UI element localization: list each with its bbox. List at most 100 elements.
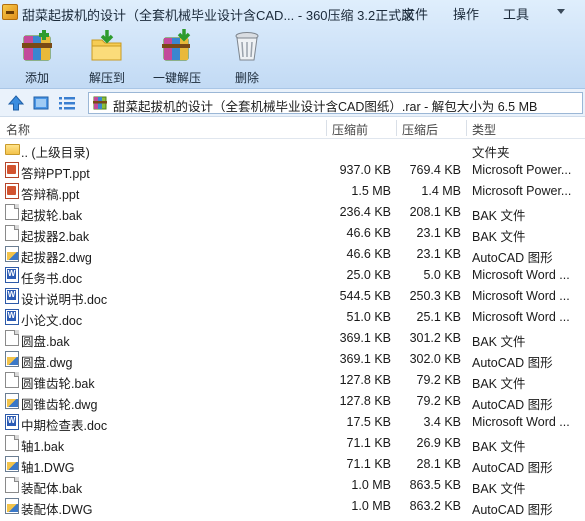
file-type: BAK 文件 — [472, 230, 526, 244]
file-original-size: 25.1 KB — [416, 310, 461, 324]
file-name: .. (上级目录) — [21, 146, 90, 160]
archive-icon — [93, 96, 107, 110]
file-row[interactable]: 起拔器2.dwg 46.6 KB 23.1 KB AutoCAD 图形 — [0, 244, 585, 265]
file-packed-size: 544.5 KB — [339, 289, 391, 303]
add-button[interactable]: 添加 — [16, 28, 60, 86]
folder-icon — [5, 144, 20, 155]
file-type: AutoCAD 图形 — [472, 398, 553, 412]
file-packed-size: 236.4 KB — [339, 205, 391, 219]
file-original-size: 208.1 KB — [409, 205, 461, 219]
file-row[interactable]: 答辩稿.ppt 1.5 MB 1.4 MB Microsoft Power... — [0, 181, 585, 202]
file-packed-size: 937.0 KB — [339, 163, 391, 177]
file-original-size: 23.1 KB — [416, 226, 461, 240]
file-original-size: 863.5 KB — [409, 478, 461, 492]
extract-folder-icon — [91, 30, 122, 61]
file-type: Microsoft Power... — [472, 163, 572, 177]
up-arrow-icon[interactable] — [8, 95, 24, 111]
file-packed-size: 369.1 KB — [339, 352, 391, 366]
menu-operation[interactable]: 操作 — [453, 4, 479, 23]
file-type: Microsoft Word ... — [472, 415, 570, 429]
one-click-extract-icon — [162, 29, 191, 61]
file-row[interactable]: 答辩PPT.ppt 937.0 KB 769.4 KB Microsoft Po… — [0, 160, 585, 181]
menu-dropdown-arrow-icon[interactable] — [557, 9, 565, 14]
file-row[interactable]: 中期检查表.doc 17.5 KB 3.4 KB Microsoft Word … — [0, 412, 585, 433]
file-name: 圆锥齿轮.dwg — [21, 398, 98, 412]
menu-tools[interactable]: 工具 — [503, 4, 529, 23]
file-row[interactable]: 起拔轮.bak 236.4 KB 208.1 KB BAK 文件 — [0, 202, 585, 223]
list-view-icon[interactable] — [58, 95, 76, 111]
file-packed-size: 71.1 KB — [346, 457, 391, 471]
file-name: 中期检查表.doc — [21, 419, 108, 433]
file-name: 圆盘.bak — [21, 335, 70, 349]
dwg-icon — [5, 351, 19, 367]
file-row[interactable]: 轴1.DWG 71.1 KB 28.1 KB AutoCAD 图形 — [0, 454, 585, 475]
add-label: 添加 — [25, 71, 50, 85]
address-field[interactable]: 甜菜起拔机的设计（全套机械毕业设计含CAD图纸）.rar - 解包大小为 6.5… — [88, 92, 583, 114]
file-name: 圆锥齿轮.bak — [21, 377, 95, 391]
file-type: AutoCAD 图形 — [472, 461, 553, 475]
thumbnail-view-icon[interactable] — [33, 95, 49, 111]
file-name: 答辩PPT.ppt — [21, 167, 90, 181]
file-name: 轴1.DWG — [21, 461, 75, 475]
dwg-icon — [5, 456, 19, 472]
file-row[interactable]: 圆盘.bak 369.1 KB 301.2 KB BAK 文件 — [0, 328, 585, 349]
file-row[interactable]: 装配体.DWG 1.0 MB 863.2 KB AutoCAD 图形 — [0, 496, 585, 517]
file-name: 轴1.bak — [21, 440, 65, 454]
file-row[interactable]: 圆锥齿轮.dwg 127.8 KB 79.2 KB AutoCAD 图形 — [0, 391, 585, 412]
file-original-size: 1.4 MB — [421, 184, 461, 198]
column-separator[interactable] — [466, 120, 467, 136]
file-type: Microsoft Power... — [472, 184, 572, 198]
file-type: AutoCAD 图形 — [472, 251, 553, 265]
ppt-icon — [5, 183, 19, 199]
trash-icon — [235, 32, 259, 61]
extract-to-button[interactable]: 解压到 — [84, 28, 130, 86]
file-row[interactable]: 任务书.doc 25.0 KB 5.0 KB Microsoft Word ..… — [0, 265, 585, 286]
file-original-size: 863.2 KB — [409, 499, 461, 513]
file-row[interactable]: 起拔器2.bak 46.6 KB 23.1 KB BAK 文件 — [0, 223, 585, 244]
file-original-size: 769.4 KB — [409, 163, 461, 177]
file-name: 起拔器2.bak — [21, 230, 90, 244]
dwg-icon — [5, 498, 19, 514]
dwg-icon — [5, 393, 19, 409]
one-click-extract-button[interactable]: 一键解压 — [149, 28, 205, 86]
file-row[interactable]: 装配体.bak 1.0 MB 863.5 KB BAK 文件 — [0, 475, 585, 496]
word-icon — [5, 288, 19, 304]
file-icon — [5, 435, 19, 451]
column-original[interactable]: 压缩后 — [402, 121, 438, 138]
address-path: 甜菜起拔机的设计（全套机械毕业设计含CAD图纸）.rar - 解包大小为 6.5… — [113, 100, 538, 114]
file-original-size: 250.3 KB — [409, 289, 461, 303]
column-packed[interactable]: 压缩前 — [332, 121, 368, 138]
file-name: 设计说明书.doc — [21, 293, 108, 307]
file-name: 小论文.doc — [21, 314, 83, 328]
column-separator[interactable] — [396, 120, 397, 136]
file-row[interactable]: 轴1.bak 71.1 KB 26.9 KB BAK 文件 — [0, 433, 585, 454]
column-header-row: 名称 压缩前 压缩后 类型 — [0, 117, 585, 139]
file-row[interactable]: .. (上级目录) 文件夹 — [0, 139, 585, 160]
file-row[interactable]: 设计说明书.doc 544.5 KB 250.3 KB Microsoft Wo… — [0, 286, 585, 307]
file-original-size: 79.2 KB — [416, 373, 461, 387]
file-original-size: 23.1 KB — [416, 247, 461, 261]
file-type: Microsoft Word ... — [472, 310, 570, 324]
file-original-size: 26.9 KB — [416, 436, 461, 450]
file-type: 文件夹 — [472, 146, 510, 160]
file-name: 答辩稿.ppt — [21, 188, 80, 202]
file-original-size: 301.2 KB — [409, 331, 461, 345]
file-original-size: 79.2 KB — [416, 394, 461, 408]
column-type[interactable]: 类型 — [472, 121, 496, 138]
delete-button[interactable]: 删除 — [228, 28, 266, 86]
word-icon — [5, 267, 19, 283]
file-packed-size: 46.6 KB — [346, 226, 391, 240]
title-bar: 甜菜起拔机的设计（全套机械毕业设计含CAD... - 360压缩 3.2正式版 … — [0, 0, 585, 24]
file-icon — [5, 477, 19, 493]
file-row[interactable]: 圆锥齿轮.bak 127.8 KB 79.2 KB BAK 文件 — [0, 370, 585, 391]
file-row[interactable]: 圆盘.dwg 369.1 KB 302.0 KB AutoCAD 图形 — [0, 349, 585, 370]
file-original-size: 302.0 KB — [409, 352, 461, 366]
file-type: BAK 文件 — [472, 377, 526, 391]
file-list: .. (上级目录) 文件夹 答辩PPT.ppt 937.0 KB 769.4 K… — [0, 139, 585, 521]
column-name[interactable]: 名称 — [6, 121, 30, 138]
file-row[interactable]: 小论文.doc 51.0 KB 25.1 KB Microsoft Word .… — [0, 307, 585, 328]
file-type: AutoCAD 图形 — [472, 356, 553, 370]
column-separator[interactable] — [326, 120, 327, 136]
ppt-icon — [5, 162, 19, 178]
menu-file[interactable]: 文件 — [402, 4, 428, 23]
